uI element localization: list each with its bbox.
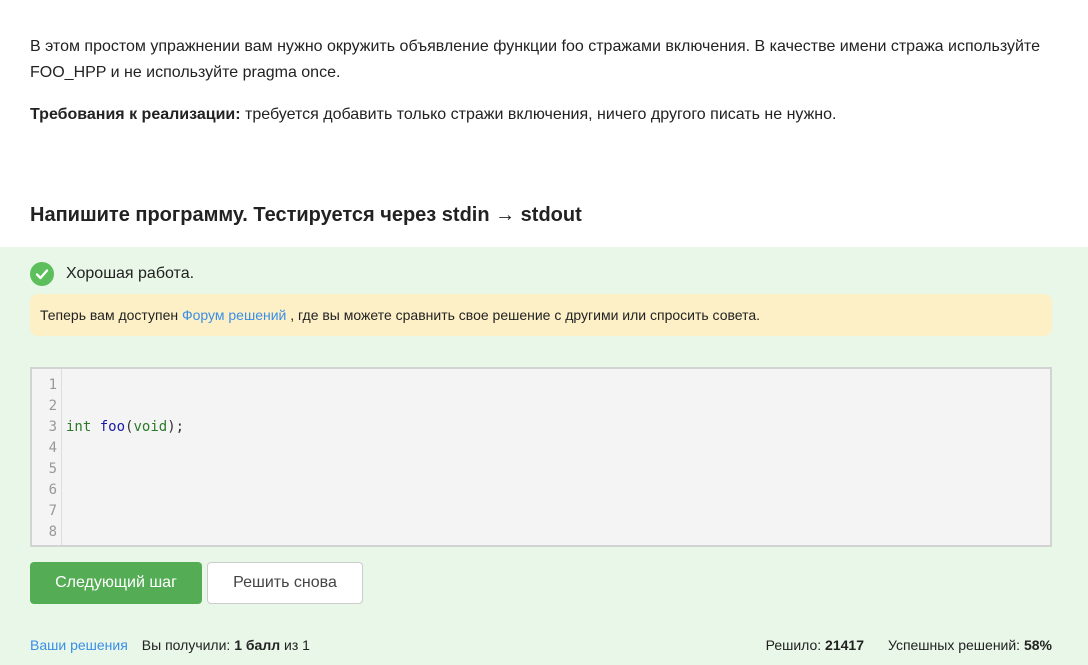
solved-stat: Решило: 21417: [766, 637, 864, 653]
line-gutter: 1 2 3 4 5 6 7 8: [32, 369, 62, 545]
code-line-6[interactable]: [66, 480, 184, 501]
score-value: 1 балл: [234, 637, 281, 653]
task-description: В этом простом упражнении вам нужно окру…: [30, 34, 1060, 144]
notice-suffix: , где вы можете сравнить свое решение с …: [286, 307, 761, 323]
code-line-1[interactable]: [66, 375, 184, 396]
score-info: Вы получили: 1 балл из 1: [142, 637, 310, 653]
success-rate: 58%: [1023, 637, 1052, 653]
code-line-5[interactable]: [66, 459, 184, 480]
line-number: 6: [48, 482, 57, 498]
keyword-int: int: [66, 419, 92, 435]
line-number: 4: [48, 440, 57, 456]
solved-label: Решило:: [765, 637, 826, 653]
task-paragraph: В этом простом упражнении вам нужно окру…: [30, 38, 1040, 81]
requirements-label: Требования к реализации:: [30, 106, 241, 123]
next-step-button[interactable]: Следующий шаг: [30, 562, 202, 604]
stats: Решило: 21417 Успешных решений: 58%: [766, 637, 1052, 653]
line-number: 7: [48, 503, 57, 519]
check-circle-icon: [30, 262, 54, 286]
line-number: 1: [48, 377, 57, 393]
code-line-2[interactable]: [66, 396, 184, 417]
code-line-8[interactable]: [66, 522, 184, 543]
code-content[interactable]: int foo(void);: [66, 375, 184, 543]
line-number: 2: [48, 398, 57, 414]
step-title: Напишите программу. Тестируется через st…: [30, 204, 582, 226]
code-line-7[interactable]: [66, 501, 184, 522]
solve-again-button[interactable]: Решить снова: [207, 562, 363, 604]
line-number: 5: [48, 461, 57, 477]
score-max: из 1: [280, 637, 310, 653]
keyword-void: void: [133, 419, 168, 435]
solved-count: 21417: [825, 637, 864, 653]
my-solutions-link[interactable]: Ваши решения: [30, 637, 128, 653]
code-line-3[interactable]: int foo(void);: [66, 417, 184, 438]
action-buttons: Следующий шаг Решить снова: [30, 562, 363, 604]
function-name: foo: [99, 419, 126, 435]
result-area: Хорошая работа. Теперь вам доступен Фору…: [0, 247, 1088, 665]
submission-footer: Ваши решения Вы получили: 1 балл из 1 Ре…: [30, 635, 1052, 655]
requirements-text: требуется добавить только стражи включен…: [240, 106, 837, 123]
task-requirements: Требования к реализации: требуется добав…: [30, 102, 1060, 128]
notice-prefix: Теперь вам доступен: [40, 307, 182, 323]
forum-notice: Теперь вам доступен Форум решений , где …: [30, 294, 1052, 336]
success-label: Успешных решений:: [887, 637, 1024, 653]
score-prefix: Вы получили:: [141, 637, 235, 653]
status-row: Хорошая работа.: [30, 262, 194, 286]
forum-link[interactable]: Форум решений: [182, 307, 286, 323]
code-editor[interactable]: 1 2 3 4 5 6 7 8 int foo(void);: [30, 367, 1052, 547]
line-number: 3: [48, 419, 57, 435]
status-text: Хорошая работа.: [66, 265, 195, 282]
code-paren-close: );: [167, 419, 185, 435]
code-line-4[interactable]: [66, 438, 184, 459]
success-stat: Успешных решений: 58%: [888, 637, 1052, 653]
line-number: 8: [48, 524, 57, 540]
